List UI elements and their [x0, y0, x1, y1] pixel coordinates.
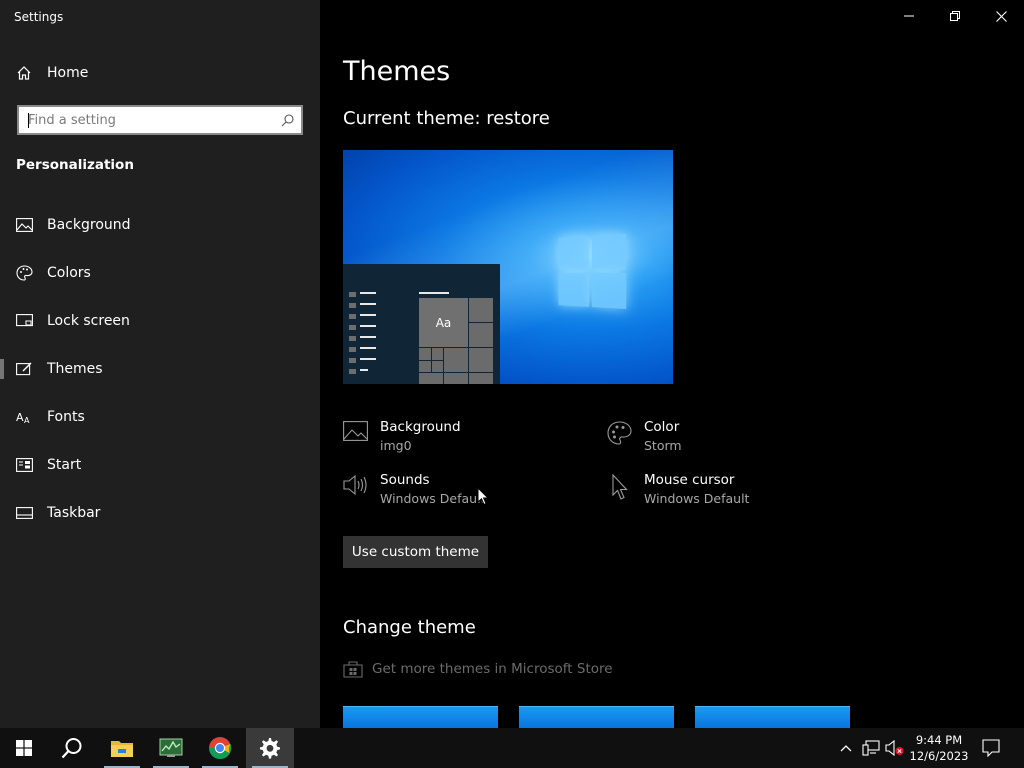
sidebar-item-start[interactable]: Start [0, 445, 320, 485]
cursor-icon [607, 472, 644, 504]
file-explorer-icon [111, 741, 133, 757]
file-explorer-button[interactable] [98, 728, 146, 768]
chrome-button[interactable] [196, 728, 244, 768]
start-menu-list [349, 292, 376, 380]
sidebar-item-label: Themes [47, 361, 103, 377]
restore-icon [950, 11, 960, 21]
start-menu-preview: Aa [343, 264, 500, 384]
chrome-icon [209, 737, 232, 760]
use-custom-theme-button[interactable]: Use custom theme [343, 536, 488, 568]
color-setting[interactable]: Color Storm [607, 419, 682, 453]
sidebar-item-label: Colors [47, 265, 91, 281]
fonts-icon: AA [0, 410, 47, 424]
taskbar: 9:44 PM 12/6/2023 [0, 728, 1024, 768]
search-box[interactable] [17, 105, 303, 135]
mouse-pointer-icon [477, 487, 489, 506]
mouse-cursor-title: Mouse cursor [644, 472, 735, 488]
sounds-value: Windows Default [380, 491, 486, 506]
theme-thumbnail[interactable] [343, 706, 498, 728]
page-title: Themes [343, 56, 451, 87]
settings-taskbar-button[interactable] [246, 728, 294, 768]
app-title: Settings [14, 10, 64, 24]
settings-sidebar: Settings Home Personalization Background… [0, 0, 320, 728]
mouse-cursor-value: Windows Default [644, 491, 750, 506]
search-input[interactable] [19, 107, 281, 133]
theme-thumbnail[interactable] [519, 706, 674, 728]
settings-gear-icon [260, 738, 280, 759]
network-icon [862, 740, 880, 756]
palette-icon [0, 265, 47, 281]
search-icon [61, 738, 82, 759]
background-value: img0 [380, 438, 412, 453]
home-icon [17, 66, 31, 80]
sidebar-item-taskbar[interactable]: Taskbar [0, 493, 320, 533]
windows-start-icon [16, 740, 32, 756]
sounds-setting[interactable]: Sounds Windows Default [343, 472, 485, 506]
change-theme-heading: Change theme [343, 617, 476, 638]
sidebar-item-label: Start [47, 457, 82, 473]
speaker-icon [343, 472, 380, 500]
windows-logo-wallpaper [558, 233, 628, 310]
start-icon [0, 458, 47, 472]
themes-brush-icon [0, 361, 47, 377]
sidebar-item-label: Lock screen [47, 313, 130, 329]
svg-text:A: A [24, 416, 30, 424]
tile-header-line [419, 292, 449, 294]
notification-icon [982, 739, 1000, 757]
volume-muted-icon [885, 740, 904, 756]
sidebar-item-label: Taskbar [47, 505, 101, 521]
action-center-button[interactable] [980, 738, 1002, 758]
picture-icon [0, 218, 47, 232]
sidebar-item-fonts[interactable]: AA Fonts [0, 397, 320, 437]
close-button[interactable] [978, 0, 1024, 32]
search-icon[interactable] [281, 113, 294, 127]
close-icon [995, 10, 1007, 22]
home-label: Home [47, 65, 89, 81]
mouse-cursor-setting[interactable]: Mouse cursor Windows Default [607, 472, 749, 506]
background-title: Background [380, 419, 461, 435]
restore-button[interactable] [932, 0, 978, 32]
volume-tray-button[interactable] [885, 738, 905, 758]
sidebar-item-lock-screen[interactable]: Lock screen [0, 301, 320, 341]
store-bag-icon [343, 661, 363, 678]
sidebar-item-themes[interactable]: Themes [0, 349, 320, 389]
current-theme-heading: Current theme: restore [343, 108, 550, 129]
taskbar-search-button[interactable] [48, 728, 96, 768]
sounds-title: Sounds [380, 472, 430, 488]
background-setting[interactable]: Background img0 [343, 419, 461, 453]
sidebar-item-colors[interactable]: Colors [0, 253, 320, 293]
sidebar-item-label: Fonts [47, 409, 85, 425]
minimize-icon [904, 15, 914, 17]
task-manager-button[interactable] [147, 728, 195, 768]
sidebar-item-background[interactable]: Background [0, 205, 320, 245]
task-manager-icon [159, 738, 183, 757]
lock-screen-icon [0, 314, 47, 328]
store-link-label: Get more themes in Microsoft Store [372, 661, 613, 677]
start-button[interactable] [0, 728, 48, 768]
text-caret [28, 113, 29, 128]
tile-aa: Aa [419, 298, 468, 347]
clock[interactable]: 9:44 PM 12/6/2023 [905, 732, 973, 764]
color-title: Color [644, 419, 680, 435]
theme-thumbnail[interactable] [695, 706, 850, 728]
clock-date: 12/6/2023 [909, 749, 969, 763]
palette-icon [607, 419, 644, 449]
chevron-up-icon [840, 745, 852, 752]
store-link[interactable]: Get more themes in Microsoft Store [343, 660, 613, 678]
theme-preview: Aa [343, 150, 673, 384]
network-tray-button[interactable] [861, 738, 881, 758]
svg-text:A: A [16, 411, 24, 424]
picture-icon [343, 419, 380, 445]
clock-time: 9:44 PM [915, 733, 963, 747]
show-hidden-icons-button[interactable] [838, 738, 854, 758]
minimize-button[interactable] [886, 0, 932, 32]
taskbar-icon [0, 507, 47, 519]
color-value: Storm [644, 438, 682, 453]
section-label: Personalization [16, 157, 134, 173]
sidebar-item-label: Background [47, 217, 131, 233]
home-link[interactable]: Home [16, 62, 88, 84]
start-tiles: Aa [419, 298, 493, 384]
